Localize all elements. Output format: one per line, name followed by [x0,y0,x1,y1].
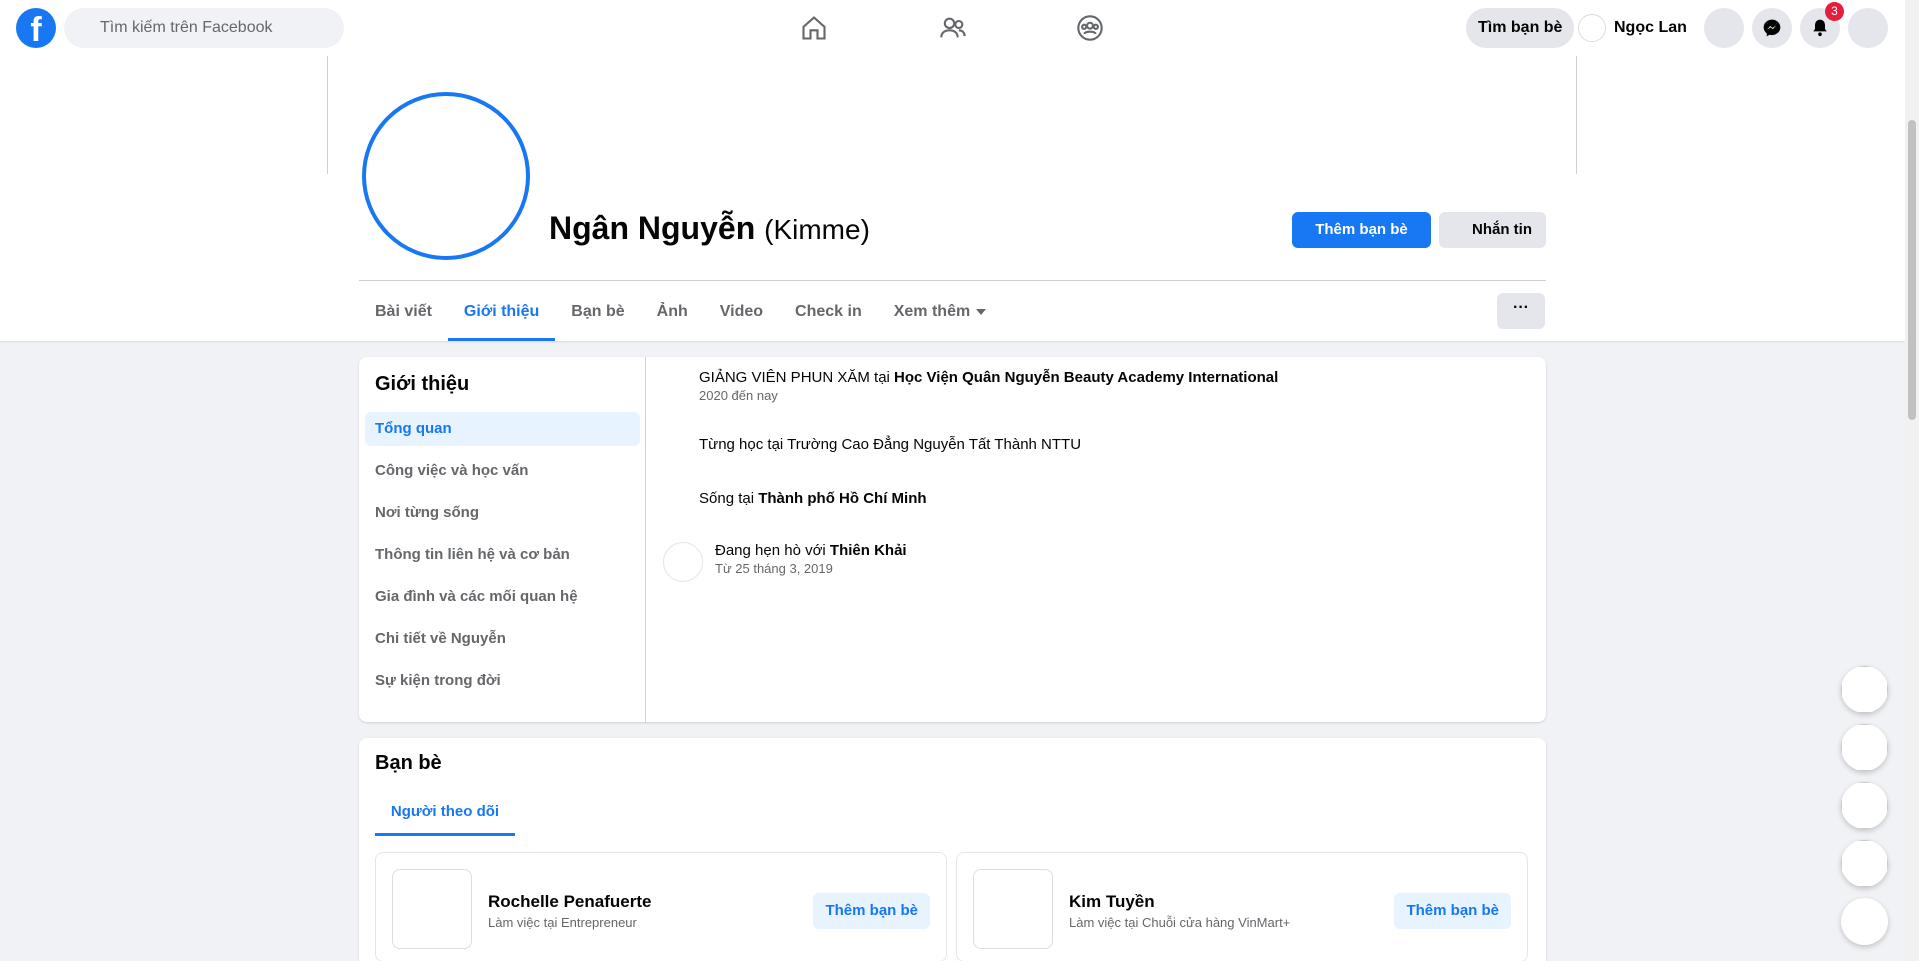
tab-friends[interactable]: Bạn bè [555,283,640,341]
profile-name: Ngân Nguyễn (Kimme) [549,210,870,247]
about-menu-life-events[interactable]: Sự kiện trong đời [365,664,640,698]
new-message-button[interactable] [1841,898,1888,945]
relationship-person-link[interactable]: Thiên Khải [830,542,907,559]
home-nav-button[interactable] [769,0,859,56]
friend-name[interactable]: Kim Tuyền [1069,892,1155,912]
work-place-link[interactable]: Học Viện Quân Nguyễn Beauty Academy Inte… [894,369,1278,386]
about-content: GIẢNG VIÊN PHUN XĂM tại Học Viện Quân Ng… [647,357,1545,722]
caret-down-icon [976,308,987,315]
scrollbar-thumb[interactable] [1908,120,1916,420]
tab-see-more[interactable]: Xem thêm [878,283,1002,341]
find-friends-button[interactable]: Tìm bạn bè [1466,8,1575,48]
about-sidebar: Giới thiệu Tổng quan Công việc và học vấ… [359,357,646,722]
tab-checkins[interactable]: Check in [779,283,878,341]
friend-photo[interactable] [392,869,472,949]
about-menu-work-education[interactable]: Công việc và học vấn [365,454,640,488]
friend-subtitle: Làm việc tại Chuỗi cửa hàng VinMart+ [1069,915,1291,930]
work-prefix: GIẢNG VIÊN PHUN XĂM tại [699,369,895,386]
scrollbar[interactable] [1905,0,1919,961]
tab-label: Giới thiệu [463,303,540,320]
relationship-since: Từ 25 tháng 3, 2019 [715,561,833,576]
tab-label: Video [719,303,764,320]
messenger-icon [1763,19,1781,37]
chat-head[interactable] [1841,724,1888,771]
top-navigation-bar: f Tìm kiếm trên Facebook Tìm bạn bè Ngọc… [0,0,1905,56]
menu-button[interactable] [1704,8,1744,48]
messenger-button[interactable] [1752,8,1792,48]
notification-badge: 3 [1825,2,1844,21]
message-button[interactable]: Nhắn tin [1439,212,1546,248]
tab-about[interactable]: Giới thiệu [447,283,556,341]
friend-card: Rochelle Penafuerte Làm việc tại Entrepr… [375,852,947,961]
tab-label: Bạn bè [571,303,625,320]
education-text: Từng học tại Trường Cao Đẳng Nguyễn Tất … [699,436,1082,453]
profile-shortcut[interactable]: Ngọc Lan [1578,8,1687,48]
broken-image-icon [1841,840,1888,887]
chat-head[interactable] [1841,666,1888,713]
profile-avatar[interactable] [362,92,530,260]
friend-photo[interactable] [973,869,1053,949]
broken-image-icon [1841,724,1888,771]
search-placeholder: Tìm kiếm trên Facebook [100,19,273,36]
profile-tabs: Bài viết Giới thiệu Bạn bè Ảnh Video Che… [359,283,1002,341]
tab-videos[interactable]: Video [704,283,779,341]
about-card: Giới thiệu Tổng quan Công việc và học vấ… [359,357,1546,722]
avatar [1578,14,1606,42]
work-info: GIẢNG VIÊN PHUN XĂM tại Học Viện Quân Ng… [699,369,1278,403]
more-options-button[interactable]: ··· [1497,293,1545,329]
notifications-button[interactable]: 3 [1800,2,1844,48]
work-duration: 2020 đến nay [699,388,778,403]
tab-label: Check in [795,303,862,320]
friends-icon [940,17,966,38]
groups-nav-button[interactable] [1045,0,1135,56]
about-title: Giới thiệu [375,373,470,395]
about-menu: Tổng quan Công việc và học vấn Nơi từng … [365,412,640,706]
user-name: Ngọc Lan [1614,19,1687,36]
about-menu-contact-info[interactable]: Thông tin liên hệ và cơ bản [365,538,640,572]
profile-name-text: Ngân Nguyễn [549,210,756,246]
chat-head[interactable] [1841,840,1888,887]
tab-followers[interactable]: Người theo dõi [375,788,515,836]
friend-name[interactable]: Rochelle Penafuerte [488,892,651,912]
broken-image-icon [1841,666,1888,713]
profile-alternate-name: (Kimme) [764,214,870,245]
add-friend-button[interactable]: Thêm bạn bè [1394,893,1511,929]
about-menu-details[interactable]: Chi tiết về Nguyễn [365,622,640,656]
home-icon [802,16,826,40]
tab-label: Xem thêm [893,303,971,320]
chat-head[interactable] [1841,782,1888,829]
tab-label: Bài viết [375,303,432,320]
tab-posts[interactable]: Bài viết [359,283,448,341]
add-friend-button[interactable]: Thêm bạn bè [813,893,930,929]
relationship-info: Đang hẹn hò với Thiên Khải Từ 25 tháng 3… [715,542,907,576]
about-menu-places-lived[interactable]: Nơi từng sống [365,496,640,530]
avatar[interactable] [663,542,703,582]
search-input[interactable]: Tìm kiếm trên Facebook [64,8,344,48]
add-friend-button[interactable]: Thêm bạn bè [1292,212,1431,248]
friends-nav-button[interactable] [908,0,998,56]
lives-prefix: Sống tại [699,490,759,507]
tab-photos[interactable]: Ảnh [641,283,704,341]
friend-subtitle: Làm việc tại Entrepreneur [488,915,637,930]
bell-icon [1813,19,1827,37]
education-info: Từng học tại Trường Cao Đẳng Nguyễn Tất … [699,436,1081,453]
about-menu-family-relationships[interactable]: Gia đình và các mối quan hệ [365,580,640,614]
groups-icon [1077,15,1103,41]
tab-label: Ảnh [656,303,688,320]
broken-image-icon [1841,782,1888,829]
account-button[interactable] [1848,8,1888,48]
friends-title: Bạn bè [375,752,442,774]
lives-in-info: Sống tại Thành phố Hồ Chí Minh [699,490,927,507]
relationship-prefix: Đang hẹn hò với [715,542,830,559]
facebook-logo-icon[interactable]: f [16,8,56,48]
about-menu-overview[interactable]: Tổng quan [365,412,640,446]
friends-card: Bạn bè Người theo dõi Rochelle Penafuert… [359,738,1546,961]
friend-card: Kim Tuyền Làm việc tại Chuỗi cửa hàng Vi… [956,852,1528,961]
lives-place-link[interactable]: Thành phố Hồ Chí Minh [758,490,926,507]
divider [359,280,1546,281]
